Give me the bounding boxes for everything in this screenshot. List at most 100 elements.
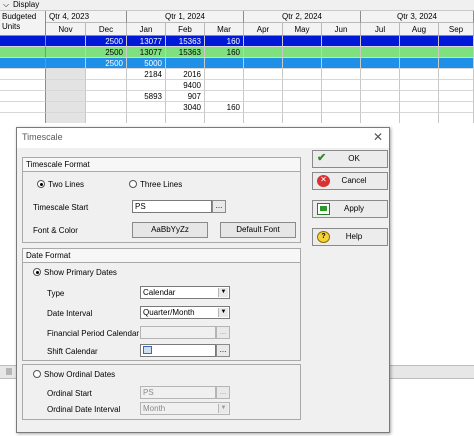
table-cell[interactable] — [244, 36, 283, 47]
table-cell[interactable] — [439, 36, 474, 47]
shift-calendar-browse-button[interactable]: ... — [216, 344, 230, 357]
table-row[interactable]: 2500 13077 15363 160 — [0, 36, 474, 47]
table-cell[interactable] — [361, 36, 400, 47]
table-cell[interactable] — [127, 80, 166, 91]
table-cell[interactable] — [439, 91, 474, 102]
table-cell[interactable] — [400, 91, 439, 102]
table-cell[interactable] — [322, 80, 361, 91]
table-row[interactable]: 5893 907 — [0, 91, 474, 102]
table-cell[interactable]: 5893 — [127, 91, 166, 102]
ok-button[interactable]: ✔ OK — [312, 150, 388, 168]
table-cell[interactable] — [322, 58, 361, 69]
table-cell[interactable] — [283, 58, 322, 69]
table-cell[interactable] — [322, 69, 361, 80]
table-cell[interactable]: 13077 — [127, 47, 166, 58]
timescale-start-browse-button[interactable]: ... — [212, 200, 226, 213]
three-lines-radio[interactable] — [129, 180, 137, 188]
cancel-button[interactable]: ✕ Cancel — [312, 172, 388, 190]
display-bar[interactable]: ⌵ Display — [0, 0, 474, 11]
default-font-button[interactable]: Default Font — [220, 222, 296, 238]
table-cell[interactable] — [361, 91, 400, 102]
row-header[interactable] — [0, 91, 46, 102]
table-row[interactable]: 9400 — [0, 80, 474, 91]
table-cell[interactable] — [361, 80, 400, 91]
table-cell[interactable]: 9400 — [166, 80, 205, 91]
table-cell[interactable] — [46, 80, 86, 91]
table-cell[interactable] — [283, 91, 322, 102]
row-header[interactable] — [0, 102, 46, 113]
table-cell[interactable] — [361, 102, 400, 113]
help-button[interactable]: ? Help — [312, 228, 388, 246]
table-cell[interactable] — [86, 80, 127, 91]
row-header[interactable] — [0, 69, 46, 80]
table-cell[interactable]: 2184 — [127, 69, 166, 80]
chevron-down-icon[interactable]: ▼ — [218, 288, 228, 297]
table-cell[interactable] — [400, 102, 439, 113]
table-cell[interactable] — [86, 102, 127, 113]
row-header[interactable] — [0, 58, 46, 69]
table-cell[interactable] — [244, 80, 283, 91]
table-cell[interactable] — [244, 58, 283, 69]
scrollbar-thumb[interactable] — [6, 368, 12, 375]
table-cell[interactable] — [322, 102, 361, 113]
table-cell[interactable] — [244, 102, 283, 113]
type-select[interactable]: Calendar ▼ — [140, 286, 230, 299]
table-cell[interactable] — [46, 91, 86, 102]
table-cell[interactable] — [244, 69, 283, 80]
table-cell[interactable]: 2500 — [86, 47, 127, 58]
table-cell[interactable] — [439, 47, 474, 58]
table-cell[interactable] — [439, 58, 474, 69]
table-cell[interactable] — [46, 36, 86, 47]
table-cell[interactable]: 13077 — [127, 36, 166, 47]
table-cell[interactable] — [127, 102, 166, 113]
table-cell[interactable]: 5000 — [127, 58, 166, 69]
show-primary-dates-radio[interactable] — [33, 268, 41, 276]
table-cell[interactable] — [439, 102, 474, 113]
table-cell[interactable]: 160 — [205, 102, 244, 113]
table-cell[interactable] — [400, 36, 439, 47]
table-cell[interactable] — [46, 69, 86, 80]
table-cell[interactable]: 2500 — [86, 58, 127, 69]
two-lines-radio[interactable] — [37, 180, 45, 188]
table-cell[interactable] — [283, 80, 322, 91]
table-cell[interactable] — [361, 47, 400, 58]
table-row[interactable]: 3040 160 — [0, 102, 474, 113]
table-cell[interactable] — [439, 80, 474, 91]
timescale-start-field[interactable]: PS — [132, 200, 212, 213]
chevron-down-icon[interactable]: ▼ — [218, 308, 228, 317]
table-cell[interactable] — [205, 69, 244, 80]
table-cell[interactable]: 3040 — [166, 102, 205, 113]
table-cell[interactable]: 2500 — [86, 36, 127, 47]
table-cell[interactable] — [205, 58, 244, 69]
table-cell[interactable] — [439, 69, 474, 80]
row-header[interactable] — [0, 47, 46, 58]
table-cell[interactable] — [400, 47, 439, 58]
table-cell[interactable] — [86, 91, 127, 102]
table-cell[interactable]: 160 — [205, 47, 244, 58]
table-row[interactable]: 2184 2016 — [0, 69, 474, 80]
table-cell[interactable] — [86, 69, 127, 80]
table-cell[interactable] — [400, 69, 439, 80]
apply-button[interactable]: Apply — [312, 200, 388, 218]
table-cell[interactable] — [205, 80, 244, 91]
table-cell[interactable] — [244, 91, 283, 102]
table-cell[interactable]: 907 — [166, 91, 205, 102]
table-cell[interactable] — [361, 58, 400, 69]
table-cell[interactable] — [283, 102, 322, 113]
table-row[interactable]: 2500 5000 — [0, 58, 474, 69]
date-interval-select[interactable]: Quarter/Month ▼ — [140, 306, 230, 319]
row-header[interactable] — [0, 80, 46, 91]
table-cell[interactable] — [46, 47, 86, 58]
table-cell[interactable] — [283, 36, 322, 47]
table-cell[interactable] — [205, 91, 244, 102]
table-cell[interactable] — [361, 69, 400, 80]
table-cell[interactable]: 160 — [205, 36, 244, 47]
table-row[interactable]: 2500 13077 15363 160 — [0, 47, 474, 58]
table-cell[interactable] — [46, 58, 86, 69]
table-cell[interactable] — [244, 47, 283, 58]
chevron-down-icon[interactable]: ⌵ — [3, 0, 9, 10]
table-cell[interactable] — [283, 47, 322, 58]
table-cell[interactable] — [400, 80, 439, 91]
table-cell[interactable] — [283, 69, 322, 80]
table-cell[interactable]: 2016 — [166, 69, 205, 80]
